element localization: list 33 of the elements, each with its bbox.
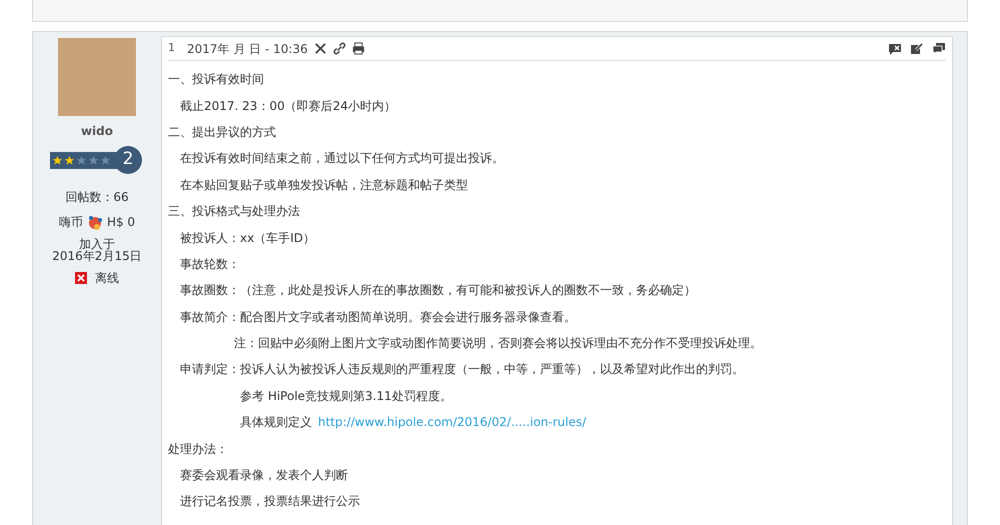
section-heading: 二、提出异议的方式: [168, 124, 276, 141]
post-date: 2017年 月 日 - 10:36: [187, 40, 308, 58]
coin-value: H$ 0: [106, 214, 136, 231]
post-number: 1: [168, 40, 175, 56]
post-text: 被投诉人：xx（车手ID）: [180, 230, 315, 247]
post-text: 事故圈数：（注意，此处是投诉人所在的事故圈数，有可能和被投诉人的圈数不一致，务必确定）: [180, 282, 696, 300]
post-text: 具体规则定义: [240, 414, 312, 432]
print-icon[interactable]: [352, 42, 365, 55]
coin-label: 嗨币: [58, 214, 83, 231]
section-heading: 三、投诉格式与处理办法: [168, 203, 300, 220]
delete-icon[interactable]: [888, 42, 902, 55]
post-text: 事故轮数：: [180, 256, 240, 273]
post-text: 在本贴回复贴子或单独发投诉帖，注意标题和帖子类型: [180, 176, 468, 194]
link-icon[interactable]: [332, 42, 346, 55]
post-text: 参考 HiPole竞技规则第3.11处罚程度。: [240, 388, 452, 405]
post-text: 截止2017. 23：00（即赛后24小时内）: [180, 98, 396, 115]
rules-link[interactable]: http://www.hipole.com/2016/02/.....ion-rules/: [318, 413, 586, 432]
reply-count: 回帖数：66: [65, 189, 129, 206]
post-text: 赛委会观看录像，发表个人判断: [180, 467, 348, 484]
post-text: 事故简介：配合图片文字或者动图简单说明。赛会会进行服务器录像查看。: [180, 308, 576, 326]
rank-number: 2: [114, 146, 142, 174]
joined-date: 2016年2月15日: [52, 250, 142, 263]
section-heading: 一、投诉有效时间: [168, 71, 264, 88]
post-text: 进行记名投票，投票结果进行公示: [180, 493, 360, 510]
joined-label: 加入于: [79, 238, 115, 250]
status-text: 离线: [95, 270, 119, 287]
post-text: 注：回贴中必须附上图片文字或动图作简要说明，否则赛会将以投诉理由不充分作不受理投诉处理。: [234, 335, 762, 352]
quote-icon[interactable]: [932, 42, 946, 55]
edit-icon[interactable]: [910, 42, 924, 55]
section-heading: 处理办法：: [168, 440, 228, 458]
post-text: 在投诉有效时间结束之前，通过以下任何方式均可提出投诉。: [180, 150, 504, 168]
username: wido: [80, 123, 114, 140]
post-text: 申请判定：投诉人认为被投诉人违反规则的严重程度（一般，中等，严重等），以及希望对此作出的判罚。: [180, 361, 744, 378]
